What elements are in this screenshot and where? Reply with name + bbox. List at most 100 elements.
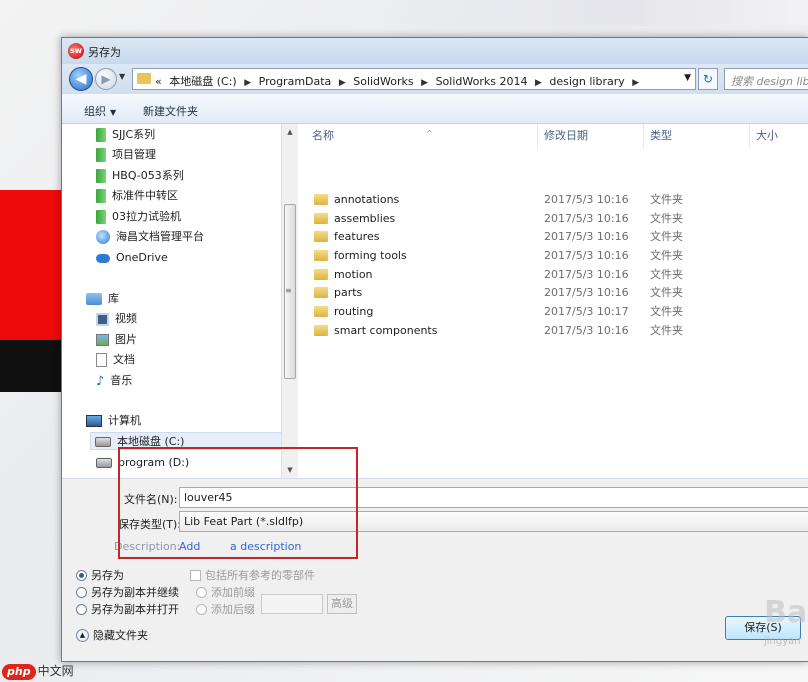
- nav-item-favorite[interactable]: HBQ-053系列: [96, 167, 184, 185]
- breadcrumb-item[interactable]: 本地磁盘 (C:): [169, 75, 236, 88]
- file-date: 2017/5/3 10:16: [544, 193, 629, 206]
- nav-group-libraries[interactable]: 库: [86, 290, 119, 308]
- breadcrumb-overflow[interactable]: «: [155, 75, 162, 88]
- address-dropdown-icon[interactable]: ▼: [684, 73, 691, 83]
- document-icon: [96, 353, 107, 367]
- column-header-date[interactable]: 修改日期: [538, 124, 644, 148]
- file-row[interactable]: routing 2017/5/3 10:17 文件夹: [298, 302, 808, 321]
- folder-icon: [314, 212, 328, 224]
- forward-arrow-icon[interactable]: ▶: [95, 68, 117, 90]
- save-fields: 文件名(N): louver45 保存类型(T): Lib Feat Part …: [62, 478, 808, 558]
- breadcrumb-separator-icon[interactable]: ▶: [339, 78, 346, 88]
- file-date: 2017/5/3 10:17: [544, 305, 629, 318]
- file-name: forming tools: [314, 246, 407, 265]
- prefix-suffix-input[interactable]: [261, 594, 323, 614]
- option-label: 添加前缀: [211, 586, 255, 599]
- breadcrumb-separator-icon[interactable]: ▶: [244, 78, 251, 88]
- file-row[interactable]: assemblies 2017/5/3 10:16 文件夹: [298, 209, 808, 228]
- add-description-link[interactable]: Add: [179, 540, 200, 553]
- scroll-up-arrow-icon[interactable]: ▲: [282, 124, 298, 140]
- nav-item-favorite[interactable]: SJJC系列: [96, 126, 155, 144]
- nav-item-app[interactable]: 海昌文档管理平台: [96, 228, 204, 246]
- nav-item-label: OneDrive: [116, 251, 168, 264]
- file-date: 2017/5/3 10:16: [544, 286, 629, 299]
- nav-item-label: 海昌文档管理平台: [116, 230, 204, 243]
- add-suffix-radio[interactable]: 添加后缀: [196, 601, 255, 617]
- background-black-block: [0, 340, 70, 392]
- save-copy-continue-radio[interactable]: 另存为副本并继续: [76, 584, 179, 600]
- file-row[interactable]: annotations 2017/5/3 10:16 文件夹: [298, 190, 808, 209]
- nav-item-label: SJJC系列: [112, 128, 156, 141]
- file-row[interactable]: smart components 2017/5/3 10:16 文件夹: [298, 321, 808, 340]
- column-header-size[interactable]: 大小: [750, 124, 808, 148]
- scroll-down-arrow-icon[interactable]: ▼: [282, 462, 298, 478]
- back-arrow-icon[interactable]: ◀: [69, 67, 93, 91]
- file-row[interactable]: parts 2017/5/3 10:16 文件夹: [298, 283, 808, 302]
- nav-item-library[interactable]: 视频: [96, 310, 137, 328]
- watermark-logo: php: [2, 664, 36, 680]
- nav-item-drive-c[interactable]: 本地磁盘 (C:): [90, 432, 286, 450]
- watermark-baidu-small: jingyan: [764, 636, 801, 647]
- save-as-radio[interactable]: 另存为: [76, 567, 124, 583]
- nav-item-favorite[interactable]: 标准件中转区: [96, 187, 178, 205]
- folder-icon: [314, 230, 328, 242]
- breadcrumb-separator-icon[interactable]: ▶: [632, 78, 639, 88]
- nav-item-favorite[interactable]: 项目管理: [96, 146, 156, 164]
- file-row[interactable]: forming tools 2017/5/3 10:16 文件夹: [298, 246, 808, 265]
- advanced-button[interactable]: 高级: [327, 594, 357, 614]
- file-name: features: [314, 227, 379, 246]
- title-bar: sw 另存为: [62, 38, 808, 64]
- new-folder-button[interactable]: 新建文件夹: [143, 103, 198, 119]
- breadcrumb-item[interactable]: SolidWorks: [353, 75, 413, 88]
- column-header-type[interactable]: 类型: [644, 124, 750, 148]
- breadcrumb-item[interactable]: design library: [549, 75, 624, 88]
- include-references-checkbox[interactable]: 包括所有参考的零部件: [190, 567, 315, 583]
- nav-item-label: 03拉力试验机: [112, 210, 181, 223]
- file-name-text: parts: [334, 286, 363, 299]
- filetype-select[interactable]: Lib Feat Part (*.sldlfp): [179, 511, 808, 532]
- breadcrumb-item[interactable]: ProgramData: [259, 75, 332, 88]
- folder-icon: [96, 148, 106, 162]
- folder-icon: [96, 128, 106, 142]
- nav-item-onedrive[interactable]: OneDrive: [96, 249, 168, 267]
- toolbar: 组织 ▼ 新建文件夹: [62, 94, 808, 124]
- refresh-icon[interactable]: ↻: [698, 68, 718, 90]
- address-bar[interactable]: « 本地磁盘 (C:) ▶ ProgramData ▶ SolidWorks ▶…: [132, 68, 696, 90]
- file-row[interactable]: features 2017/5/3 10:16 文件夹: [298, 227, 808, 246]
- folder-icon: [314, 193, 328, 205]
- nav-item-drive-d[interactable]: program (D:): [96, 454, 189, 472]
- radio-icon: [196, 603, 207, 615]
- search-input[interactable]: 搜索 design library: [724, 68, 808, 90]
- nav-item-library[interactable]: ♪ 音乐: [96, 372, 132, 390]
- add-prefix-radio[interactable]: 添加前缀: [196, 584, 255, 600]
- chevron-up-icon: ▲: [76, 628, 89, 642]
- breadcrumb-separator-icon[interactable]: ▶: [421, 78, 428, 88]
- computer-icon: [86, 415, 102, 427]
- file-date: 2017/5/3 10:16: [544, 268, 629, 281]
- nav-group-computer[interactable]: 计算机: [86, 412, 141, 430]
- file-row[interactable]: motion 2017/5/3 10:16 文件夹: [298, 265, 808, 284]
- nav-item-library[interactable]: 文档: [96, 351, 135, 369]
- radio-selected-icon: [76, 569, 87, 581]
- hide-folders-toggle[interactable]: ▲ 隐藏文件夹: [76, 627, 148, 643]
- file-name: assemblies: [314, 209, 395, 228]
- add-description-link-text[interactable]: a description: [230, 540, 301, 553]
- organize-button[interactable]: 组织 ▼: [84, 103, 116, 119]
- breadcrumb-item[interactable]: SolidWorks 2014: [436, 75, 528, 88]
- column-header-name[interactable]: 名称 ^: [306, 124, 538, 148]
- video-icon: [96, 312, 109, 326]
- navigation-scrollbar[interactable]: ▲ ≡ ▼: [281, 124, 298, 478]
- window-title: 另存为: [88, 46, 121, 59]
- breadcrumb-separator-icon[interactable]: ▶: [535, 78, 542, 88]
- drive-icon: [95, 437, 111, 447]
- nav-item-favorite[interactable]: 03拉力试验机: [96, 208, 181, 226]
- nav-item-library[interactable]: 图片: [96, 331, 137, 349]
- file-date: 2017/5/3 10:16: [544, 230, 629, 243]
- save-as-dialog: sw 另存为 ◀ ▶ ▼ « 本地磁盘 (C:) ▶ ProgramData ▶…: [61, 37, 808, 662]
- save-copy-open-radio[interactable]: 另存为副本并打开: [76, 601, 179, 617]
- filename-input[interactable]: louver45: [179, 487, 808, 508]
- sort-up-icon: ^: [426, 129, 433, 138]
- folder-icon: [314, 268, 328, 280]
- recent-locations-dropdown-icon[interactable]: ▼: [119, 72, 125, 81]
- file-type: 文件夹: [650, 193, 683, 206]
